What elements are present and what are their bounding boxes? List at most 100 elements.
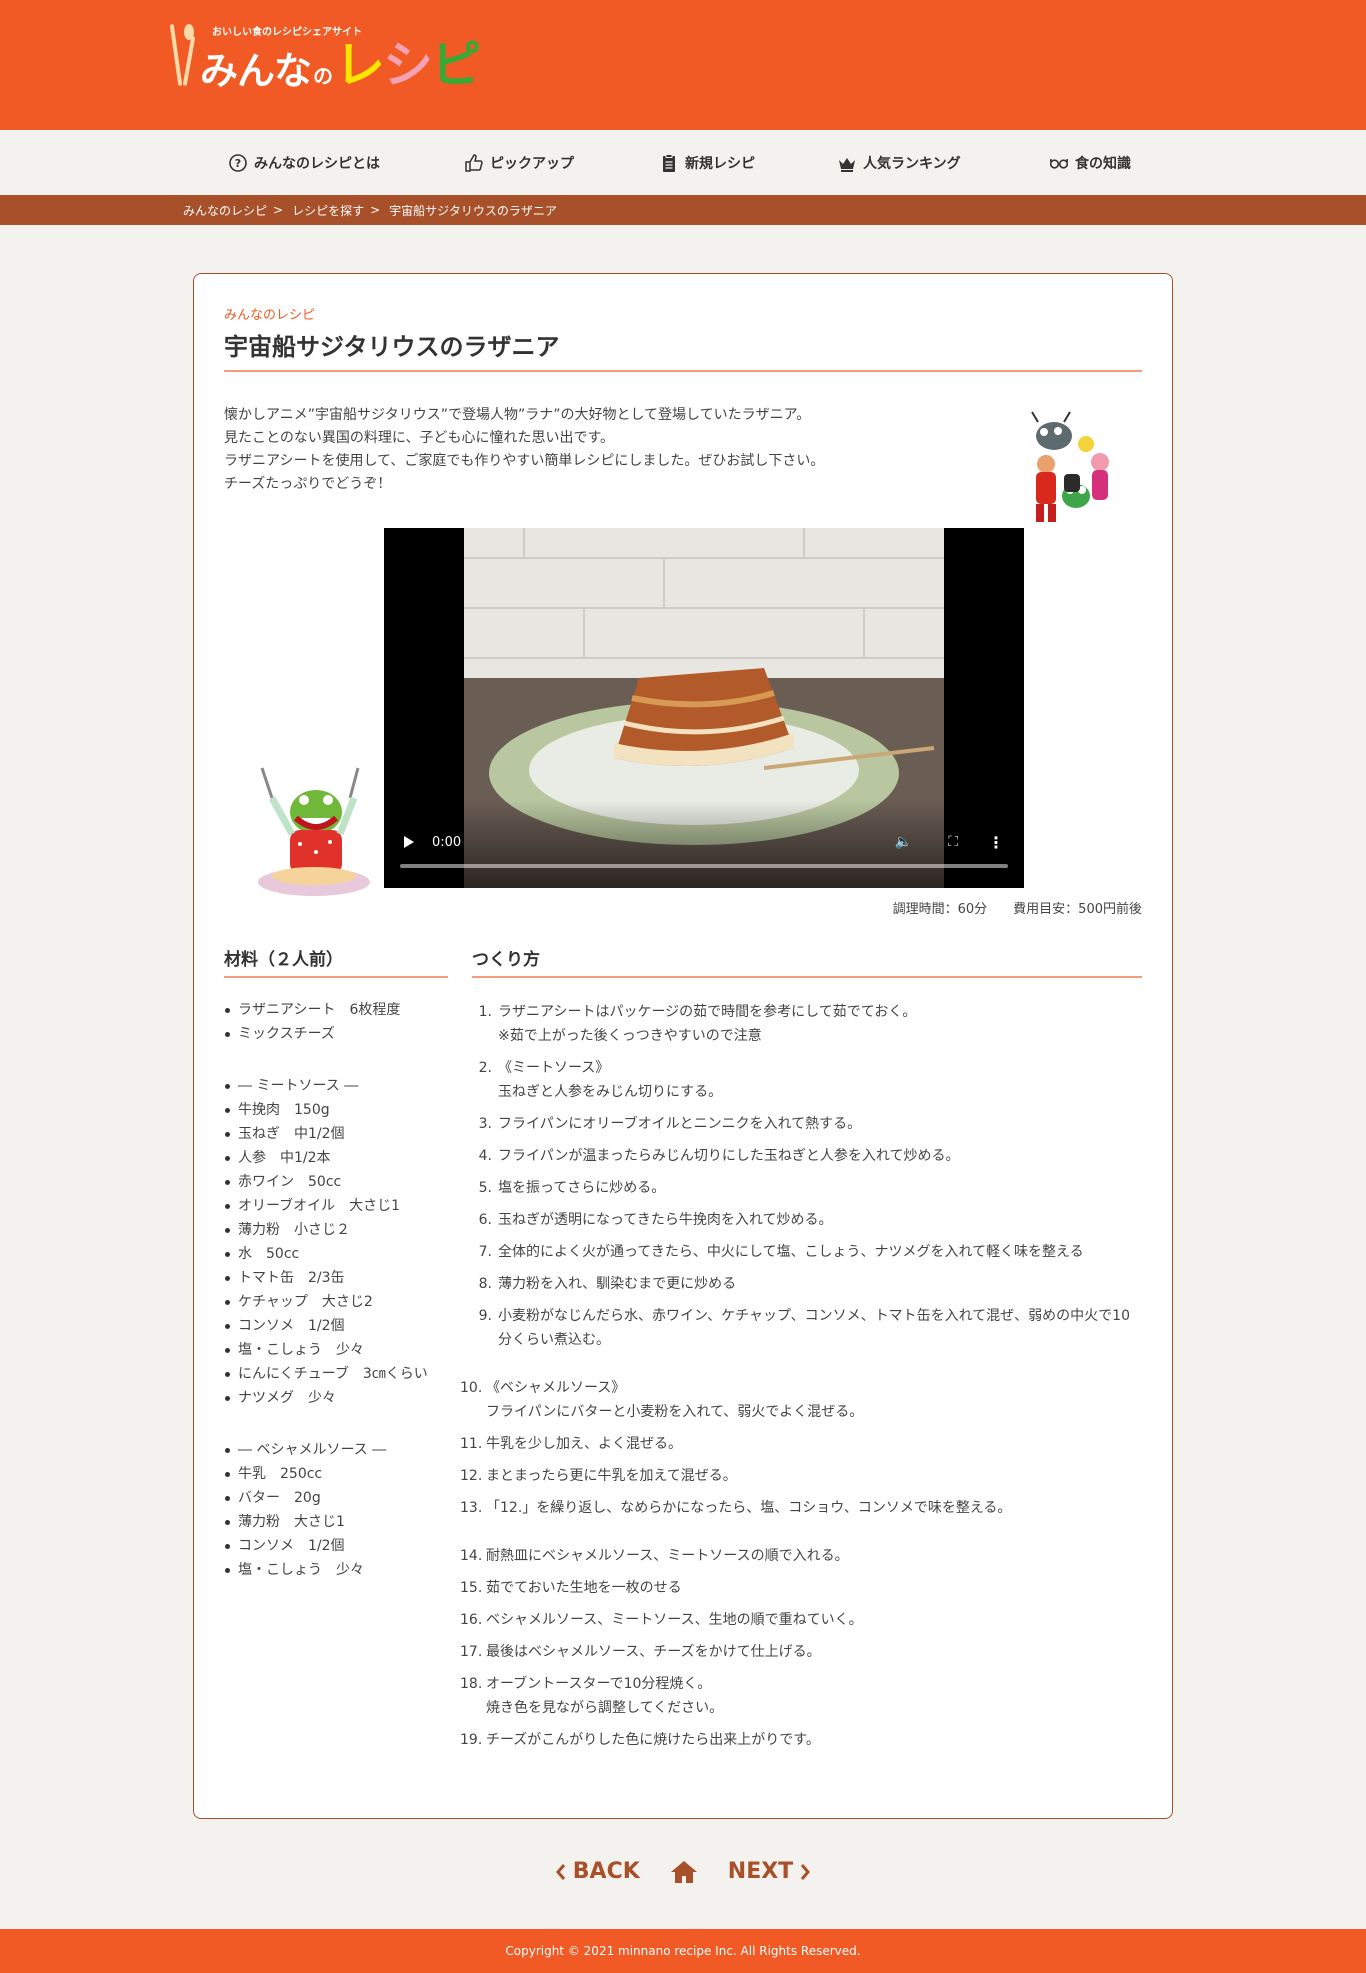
home-button[interactable] xyxy=(670,1860,698,1884)
step-item: 17. 最後はベシャメルソース、チーズをかけて仕上げる。 xyxy=(460,1640,1142,1664)
pager: BACK NEXT xyxy=(0,1859,1366,1884)
logo-no: の xyxy=(313,64,334,88)
step-text: 《ミートソース》 玉ねぎと人参をみじん切りにする。 xyxy=(498,1060,723,1100)
step-text: 最後はベシャメルソース、チーズをかけて仕上げる。 xyxy=(486,1644,821,1660)
back-button[interactable]: BACK xyxy=(555,1859,640,1884)
recipe-intro: 懐かしアニメ”宇宙船サジタリウス”で登場人物”ラナ”の大好物として登場していたラ… xyxy=(224,404,904,496)
step-text: ラザニアシートはパッケージの茹で時間を参考にして茹でておく。 ※茹で上がった後く… xyxy=(498,1004,917,1044)
video-controls: 0:00 🔈 ⛶ ⋮ xyxy=(384,800,1024,888)
ingredient-item: 薄力粉 大さじ1 xyxy=(224,1510,448,1534)
site-logo[interactable]: おいしい食のレシピシェアサイト みんな の レシピ xyxy=(169,20,481,94)
intro-line: チーズたっぷりでどうぞ！ xyxy=(224,476,392,492)
step-number: 18. xyxy=(460,1676,483,1692)
nav-new-recipe-label: 新規レシピ xyxy=(685,155,755,172)
step-item: 18. オーブントースターで10分程焼く。 焼き色を見ながら調整してください。 xyxy=(460,1672,1142,1720)
step-number: 11. xyxy=(460,1436,483,1452)
next-label: NEXT xyxy=(727,1859,794,1884)
step-item: 7. 全体的によく火が通ってきたら、中火にして塩、こしょう、ナツメグを入れて軽く味… xyxy=(472,1240,1142,1264)
nav-knowledge[interactable]: 食の知識 xyxy=(1049,153,1131,173)
ingredient-spacer xyxy=(224,1410,448,1438)
ingredient-item: 塩・こしょう 少々 xyxy=(224,1558,448,1582)
steps-list: 1. ラザニアシートはパッケージの茹で時間を参考にして茹でておく。 ※茹で上がった… xyxy=(460,1000,1142,1752)
main-nav: ? みんなのレシピとは ピックアップ 新規レシピ 人気ランキング 食の知識 xyxy=(0,130,1366,195)
recipe-title: 宇宙船サジタリウスのラザニア xyxy=(224,323,1142,372)
step-number: 3. xyxy=(478,1116,492,1132)
ingredient-item: 牛挽肉 150g xyxy=(224,1098,448,1122)
step-number: 4. xyxy=(478,1148,492,1164)
step-text: ベシャメルソース、ミートソース、生地の順で重ねていく。 xyxy=(486,1612,863,1628)
play-icon[interactable] xyxy=(404,836,414,848)
nav-pickup[interactable]: ピックアップ xyxy=(464,153,659,173)
ingredients-heading: 材料（２人前） xyxy=(224,945,448,978)
site-header: おいしい食のレシピシェアサイト みんな の レシピ xyxy=(0,0,1366,130)
intro-line: ラザニアシートを使用して、ご家庭でも作りやすい簡単レシピにしました。ぜひお試し下… xyxy=(224,453,825,469)
breadcrumb-home[interactable]: みんなのレシピ xyxy=(183,202,267,219)
step-item: 3. フライパンにオリーブオイルとニンニクを入れて熱する。 xyxy=(472,1112,1142,1136)
ingredients-section: 材料（２人前） ラザニアシート 6枚程度 ミックスチーズ ― ミートソース ― 牛挽肉… xyxy=(224,945,448,1760)
thumbs-up-icon xyxy=(465,153,483,172)
home-icon xyxy=(670,1860,697,1883)
crown-icon xyxy=(839,157,855,172)
step-number: 17. xyxy=(460,1644,483,1660)
nav-new-recipe[interactable]: 新規レシピ xyxy=(659,153,837,173)
video-time: 0:00 xyxy=(432,835,462,850)
step-text: 「12.」を繰り返し、なめらかになったら、塩、コショウ、コンソメで味を整える。 xyxy=(486,1500,1012,1516)
cook-time: 調理時間：60分 xyxy=(892,902,988,917)
ingredient-item: ラザニアシート 6枚程度 xyxy=(224,998,448,1022)
step-item: 4. フライパンが温まったらみじん切りにした玉ねぎと人参を入れて炒める。 xyxy=(472,1144,1142,1168)
step-item: 13. 「12.」を繰り返し、なめらかになったら、塩、コショウ、コンソメで味を整え… xyxy=(460,1496,1142,1520)
step-text: 茹でておいた生地を一枚のせる xyxy=(486,1580,682,1596)
ingredient-item: コンソメ 1/2個 xyxy=(224,1534,448,1558)
next-button[interactable]: NEXT xyxy=(728,1859,811,1884)
intro-line: 懐かしアニメ”宇宙船サジタリウス”で登場人物”ラナ”の大好物として登場していたラ… xyxy=(224,407,811,423)
site-footer: Copyright © 2021 minnano recipe Inc. All… xyxy=(0,1929,1366,1973)
recipe-video[interactable]: 0:00 🔈 ⛶ ⋮ xyxy=(384,528,1024,888)
step-text: チーズがこんがりした色に焼けたら出来上がりです。 xyxy=(486,1732,820,1748)
step-item: 1. ラザニアシートはパッケージの茹で時間を参考にして茹でておく。 ※茹で上がった… xyxy=(472,1000,1142,1048)
breadcrumb: みんなのレシピ > レシピを探す > 宇宙船サジタリウスのラザニア xyxy=(0,195,1366,225)
video-progress-bar[interactable] xyxy=(400,864,1008,868)
question-circle-icon: ? xyxy=(229,153,247,172)
svg-text:?: ? xyxy=(235,157,241,170)
media-row: 0:00 🔈 ⛶ ⋮ xyxy=(224,528,1142,896)
chevron-right-icon xyxy=(801,1863,811,1880)
ingredient-item: 玉ねぎ 中1/2個 xyxy=(224,1122,448,1146)
chevron-left-icon xyxy=(555,1863,565,1880)
cost-estimate: 費用目安：500円前後 xyxy=(1013,902,1142,917)
step-number: 10. xyxy=(460,1380,483,1396)
ingredient-item: 人参 中1/2本 xyxy=(224,1146,448,1170)
ingredient-item: 水 50cc xyxy=(224,1242,448,1266)
ingredient-item: コンソメ 1/2個 xyxy=(224,1314,448,1338)
back-label: BACK xyxy=(572,1859,640,1884)
logo-recipe: レシピ xyxy=(335,36,481,94)
ingredient-item: にんにくチューブ 3㎝くらい xyxy=(224,1362,448,1386)
nav-ranking-label: 人気ランキング xyxy=(863,155,961,172)
frog-chef-illustration xyxy=(258,767,370,896)
volume-icon[interactable]: 🔈 xyxy=(895,834,912,850)
step-number: 14. xyxy=(460,1548,483,1564)
nav-about[interactable]: ? みんなのレシピとは xyxy=(228,153,464,173)
more-options-icon[interactable]: ⋮ xyxy=(988,833,1004,852)
ingredient-item: 薄力粉 小さじ２ xyxy=(224,1218,448,1242)
logo-minna: みんな xyxy=(200,49,312,93)
step-number: 6. xyxy=(478,1212,492,1228)
step-text: 耐熱皿にベシャメルソース、ミートソースの順で入れる。 xyxy=(486,1548,849,1564)
step-number: 2. xyxy=(478,1060,492,1076)
step-item: 6. 玉ねぎが透明になってきたら牛挽肉を入れて炒める。 xyxy=(472,1208,1142,1232)
clipboard-icon xyxy=(663,153,675,172)
step-number: 16. xyxy=(460,1612,483,1628)
ingredient-item: 塩・こしょう 少々 xyxy=(224,1338,448,1362)
step-text: フライパンにオリーブオイルとニンニクを入れて熱する。 xyxy=(498,1116,862,1132)
step-text: まとまったら更に牛乳を加えて混ぜる。 xyxy=(486,1468,737,1484)
ingredient-item: 牛乳 250cc xyxy=(224,1462,448,1486)
fullscreen-icon[interactable]: ⛶ xyxy=(948,834,958,850)
step-item: 11. 牛乳を少し加え、よく混ぜる。 xyxy=(460,1432,1142,1456)
nav-ranking[interactable]: 人気ランキング xyxy=(837,153,1049,173)
breadcrumb-search[interactable]: レシピを探す xyxy=(292,202,364,219)
character-group-illustration xyxy=(1031,411,1109,522)
ingredient-item: ナツメグ 少々 xyxy=(224,1386,448,1410)
nav-knowledge-label: 食の知識 xyxy=(1075,155,1131,172)
step-item: 2. 《ミートソース》 玉ねぎと人参をみじん切りにする。 xyxy=(472,1056,1142,1104)
ingredient-item: ケチャップ 大さじ2 xyxy=(224,1290,448,1314)
step-number: 12. xyxy=(460,1468,483,1484)
